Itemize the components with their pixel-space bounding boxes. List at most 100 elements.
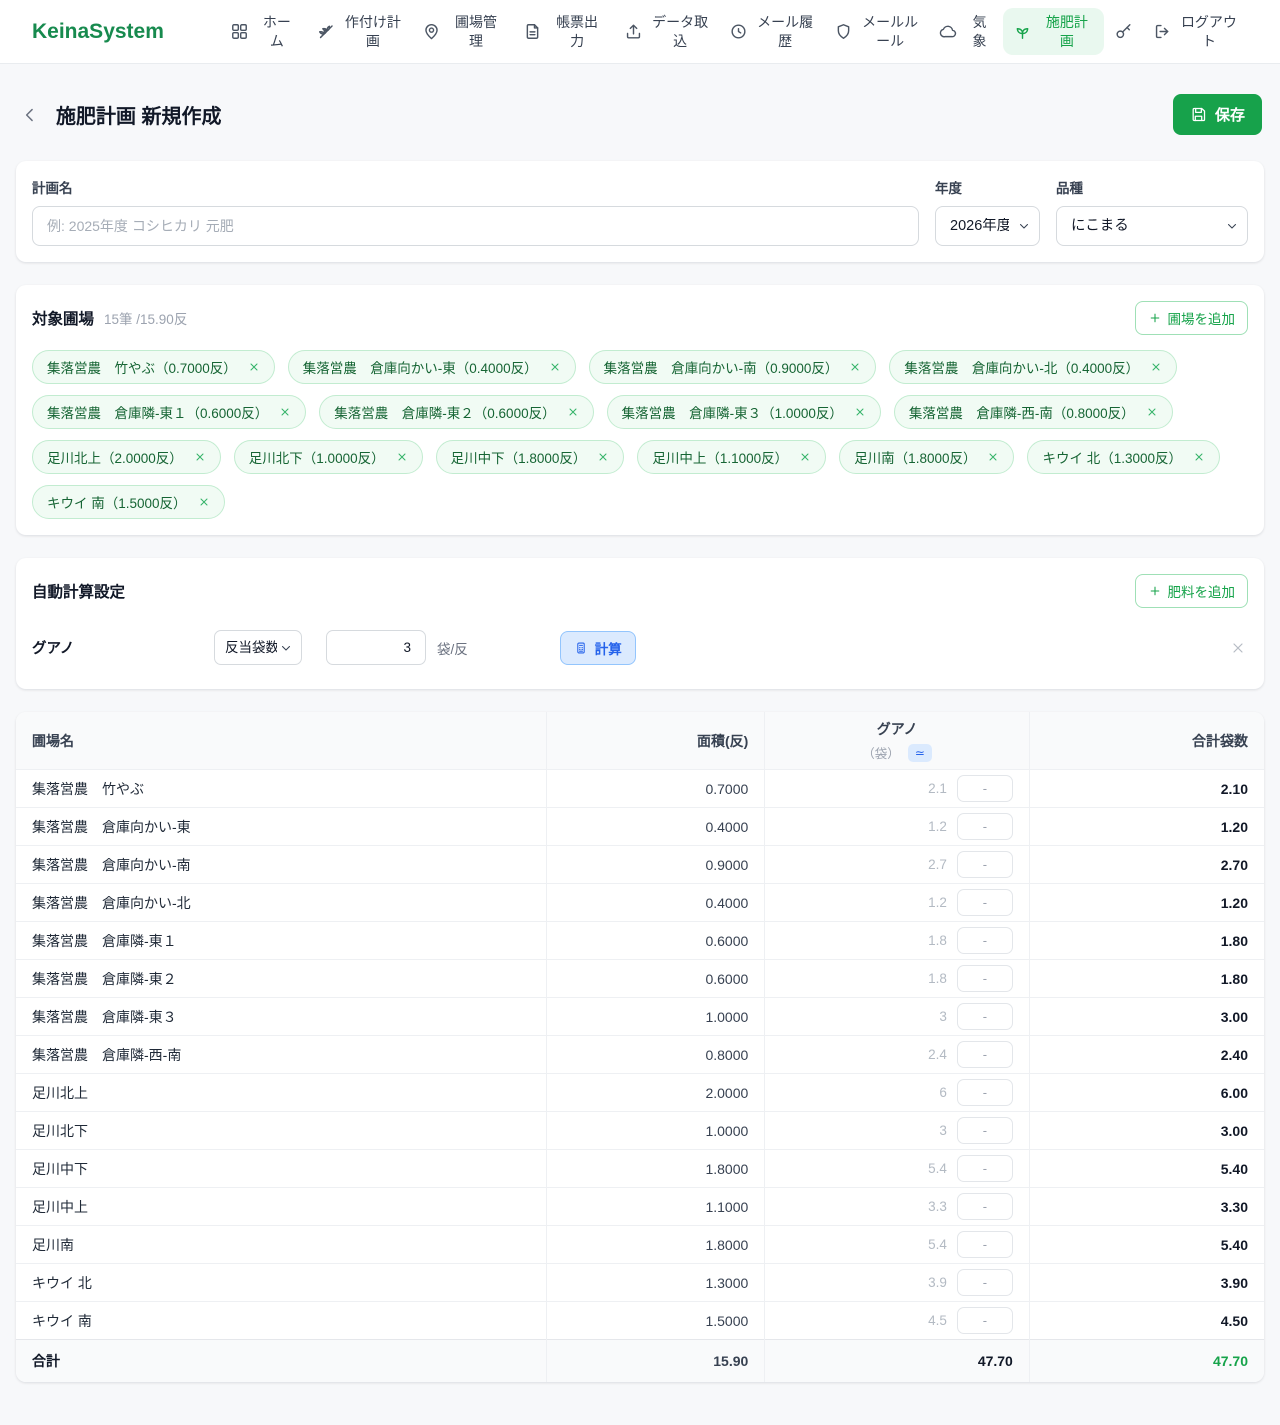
- nav-item-wheat[interactable]: 作付け計画: [307, 8, 412, 54]
- guano-override-input[interactable]: [957, 1231, 1013, 1258]
- cell-guano: 3: [765, 1112, 1030, 1150]
- nav-item-upload[interactable]: データ取込: [614, 8, 719, 54]
- header-total: 合計袋数: [1029, 712, 1264, 770]
- nav-item-document[interactable]: 帳票出力: [513, 8, 614, 54]
- guano-override-input[interactable]: [957, 889, 1013, 916]
- table-row: 集落営農 倉庫向かい-東 0.4000 1.2 1.20: [16, 808, 1264, 846]
- cell-area: 1.8000: [546, 1150, 764, 1188]
- plan-name-input[interactable]: [32, 206, 919, 246]
- remove-chip-icon[interactable]: [1146, 406, 1158, 418]
- guano-calculated-value: 4.5: [928, 1313, 947, 1328]
- nav-item-map-pin[interactable]: 圃場管理: [412, 8, 513, 54]
- remove-chip-icon[interactable]: [987, 451, 999, 463]
- field-chip: 集落営農 倉庫隣-西-南（0.8000反）: [894, 395, 1173, 429]
- guano-override-input[interactable]: [957, 1079, 1013, 1106]
- remove-fertilizer-icon[interactable]: [1228, 638, 1248, 658]
- guano-override-input[interactable]: [957, 1041, 1013, 1068]
- nav-item-label: 帳票出力: [550, 13, 604, 49]
- remove-chip-icon[interactable]: [597, 451, 609, 463]
- guano-override-input[interactable]: [957, 1193, 1013, 1220]
- guano-calculated-value: 3: [939, 1009, 947, 1024]
- table-row: キウイ 南 1.5000 4.5 4.50: [16, 1302, 1264, 1340]
- guano-override-input[interactable]: [957, 1117, 1013, 1144]
- cell-area: 0.6000: [546, 960, 764, 998]
- variety-select[interactable]: にこまる: [1056, 206, 1248, 246]
- guano-override-input[interactable]: [957, 965, 1013, 992]
- field-chip-label: キウイ 南（1.5000反）: [47, 492, 187, 512]
- field-chip: 足川中下（1.8000反）: [436, 440, 625, 474]
- nav-item-sprout[interactable]: 施肥計画: [1003, 8, 1104, 54]
- cell-area: 2.0000: [546, 1074, 764, 1112]
- remove-chip-icon[interactable]: [279, 406, 291, 418]
- totals-area: 15.90: [546, 1340, 764, 1383]
- cell-total-bags: 5.40: [1029, 1150, 1264, 1188]
- field-chip-label: 足川南（1.8000反）: [854, 447, 976, 467]
- guano-override-input[interactable]: [957, 1307, 1013, 1334]
- nav-item-shield[interactable]: メールルール: [824, 8, 929, 54]
- cell-field-name: キウイ 北: [16, 1264, 546, 1302]
- auto-calc-header: 自動計算設定 肥料を追加: [32, 574, 1248, 608]
- cell-total-bags: 3.30: [1029, 1188, 1264, 1226]
- guano-override-input[interactable]: [957, 813, 1013, 840]
- guano-override-input[interactable]: [957, 851, 1013, 878]
- nav-item-home-grid[interactable]: ホーム: [220, 8, 307, 54]
- remove-chip-icon[interactable]: [567, 406, 579, 418]
- shield-icon: [834, 22, 853, 41]
- approx-badge[interactable]: ≃: [908, 744, 932, 762]
- remove-chip-icon[interactable]: [396, 451, 408, 463]
- remove-chip-icon[interactable]: [194, 451, 206, 463]
- back-button[interactable]: [18, 103, 42, 127]
- remove-chip-icon[interactable]: [549, 361, 561, 373]
- remove-chip-icon[interactable]: [1150, 361, 1162, 373]
- field-chip-label: 集落営農 倉庫隣-西-南（0.8000反）: [909, 402, 1135, 422]
- cell-field-name: 足川南: [16, 1226, 546, 1264]
- nav-item-label: データ取込: [651, 13, 709, 49]
- calculate-button[interactable]: 計算: [560, 631, 636, 665]
- calc-mode-select[interactable]: 反当袋数: [214, 630, 302, 665]
- save-label: 保存: [1215, 104, 1245, 125]
- add-field-button[interactable]: 圃場を追加: [1135, 301, 1249, 335]
- nav-item-key[interactable]: [1104, 17, 1143, 46]
- key-icon: [1114, 22, 1133, 41]
- main-content: 施肥計画 新規作成 保存 計画名 年度 2026年度 品種 にこまる: [0, 94, 1280, 1425]
- guano-override-input[interactable]: [957, 1155, 1013, 1182]
- remove-chip-icon[interactable]: [198, 496, 210, 508]
- remove-chip-icon[interactable]: [1193, 451, 1205, 463]
- remove-chip-icon[interactable]: [854, 406, 866, 418]
- year-select[interactable]: 2026年度: [935, 206, 1040, 246]
- nav-item-cloud[interactable]: 気象: [929, 8, 1003, 54]
- field-chip: 足川北上（2.0000反）: [32, 440, 221, 474]
- remove-chip-icon[interactable]: [799, 451, 811, 463]
- guano-override-input[interactable]: [957, 1269, 1013, 1296]
- totals-grand: 47.70: [1029, 1340, 1264, 1383]
- guano-calculated-value: 5.4: [928, 1161, 947, 1176]
- guano-override-input[interactable]: [957, 775, 1013, 802]
- nav-item-history-clock[interactable]: メール履歴: [719, 8, 824, 54]
- cell-area: 0.7000: [546, 770, 764, 808]
- table-row: 集落営農 竹やぶ 0.7000 2.1 2.10: [16, 770, 1264, 808]
- plan-name-field: 計画名: [32, 177, 919, 246]
- table-row: 集落営農 倉庫隣-東２ 0.6000 1.8 1.80: [16, 960, 1264, 998]
- add-fertilizer-button[interactable]: 肥料を追加: [1135, 574, 1249, 608]
- brand-logo[interactable]: KeinaSystem: [32, 20, 164, 44]
- map-pin-icon: [422, 22, 441, 41]
- bags-per-tan-input[interactable]: [326, 630, 426, 665]
- nav-item-label: 施肥計画: [1040, 13, 1094, 49]
- guano-override-input[interactable]: [957, 927, 1013, 954]
- cell-guano: 2.7: [765, 846, 1030, 884]
- nav-item-label: ログアウト: [1180, 13, 1238, 49]
- remove-chip-icon[interactable]: [248, 361, 260, 373]
- variety-label: 品種: [1056, 177, 1248, 197]
- save-button[interactable]: 保存: [1173, 94, 1262, 135]
- nav-menu: ホーム 作付け計画 圃場管理 帳票出力 データ取込: [220, 8, 1248, 54]
- cell-area: 1.0000: [546, 998, 764, 1036]
- field-chip: 足川南（1.8000反）: [839, 440, 1014, 474]
- guano-override-input[interactable]: [957, 1003, 1013, 1030]
- totals-label: 合計: [16, 1340, 546, 1383]
- nav-item-logout[interactable]: ログアウト: [1143, 8, 1248, 54]
- nav-item-label: 作付け計画: [344, 13, 402, 49]
- table-row: キウイ 北 1.3000 3.9 3.90: [16, 1264, 1264, 1302]
- cell-area: 0.4000: [546, 884, 764, 922]
- remove-chip-icon[interactable]: [849, 361, 861, 373]
- nav-item-label: メールルール: [861, 13, 919, 49]
